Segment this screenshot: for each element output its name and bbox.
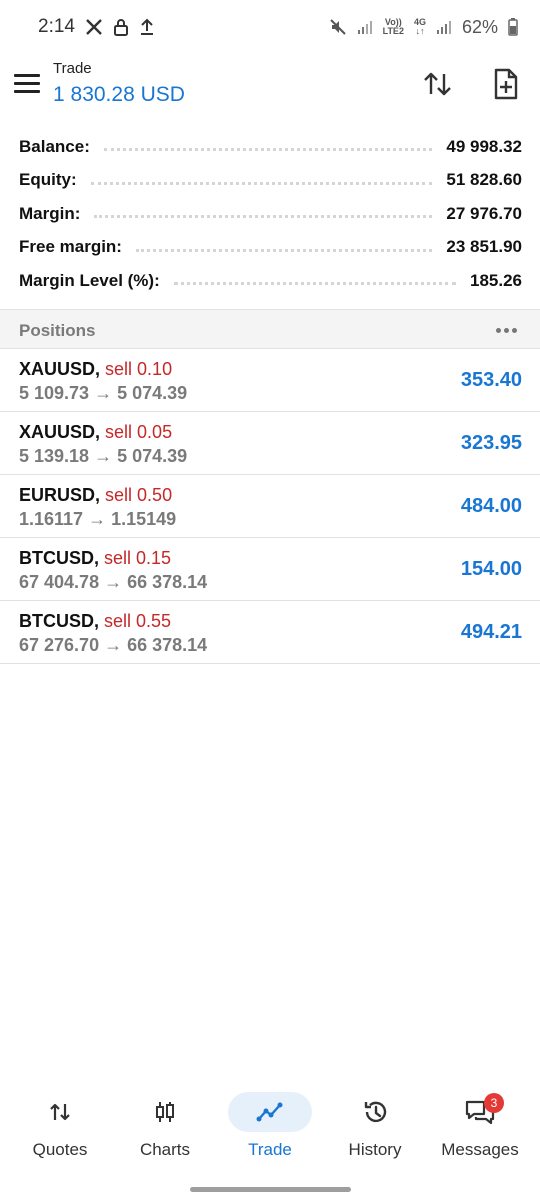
position-row[interactable]: BTCUSD, sell 0.55 67 276.70 → 66 378.14 … (0, 601, 540, 664)
position-title: XAUUSD, sell 0.05 (19, 422, 173, 442)
position-title: EURUSD, sell 0.50 (19, 485, 173, 505)
nav-label: Trade (248, 1140, 292, 1159)
bottom-nav: Quotes Charts Trade History 3 Messages (0, 1084, 540, 1174)
position-side: sell 0.05 (105, 422, 173, 442)
position-title: BTCUSD, sell 0.55 (19, 611, 172, 631)
dotted-leader (94, 215, 433, 219)
app-bar: Trade 1 830.28 USD (0, 54, 540, 124)
summary-row-margin: Margin: 27 976.70 (0, 197, 540, 231)
signal-icon-2 (436, 19, 452, 35)
summary-label: Margin: (19, 203, 81, 223)
nav-label: Charts (139, 1140, 191, 1159)
charts-icon (123, 1092, 207, 1132)
page-title: Trade (53, 60, 92, 77)
more-icon[interactable] (496, 328, 517, 333)
status-time: 2:14 (38, 16, 75, 37)
nav-trade[interactable]: Trade (216, 1084, 324, 1174)
position-side: sell 0.10 (105, 359, 173, 379)
gesture-bar[interactable] (190, 1187, 351, 1192)
signal-icon (357, 19, 373, 35)
nav-history[interactable]: History (321, 1084, 429, 1174)
upload-icon (139, 18, 155, 36)
lte-label: LTE2 (382, 26, 404, 36)
position-side: sell 0.50 (105, 485, 173, 505)
position-symbol: XAUUSD (19, 422, 96, 442)
summary-label: Margin Level (%): (19, 270, 160, 290)
position-symbol: XAUUSD (19, 359, 96, 379)
summary-row-equity: Equity: 51 828.60 (0, 164, 540, 198)
net-type-text: 4G (413, 17, 426, 27)
status-bar: 2:14 Vo)) LTE2 4G ↓↑ 62% (0, 0, 540, 54)
position-prices: 5 109.73 → 5 074.39 (19, 383, 188, 403)
mute-icon (329, 18, 347, 36)
position-prices: 5 139.18 → 5 074.39 (19, 446, 188, 466)
positions-title: Positions (19, 321, 96, 340)
position-profit: 154.00 (460, 558, 522, 580)
nav-label: Quotes (32, 1140, 88, 1159)
position-symbol: EURUSD (19, 485, 96, 505)
x-app-icon (85, 18, 103, 36)
status-left: 2:14 (38, 16, 155, 38)
summary-label: Equity: (19, 170, 77, 190)
battery-percent: 62% (461, 16, 498, 37)
position-row[interactable]: BTCUSD, sell 0.15 67 404.78 → 66 378.14 … (0, 538, 540, 601)
dotted-leader (173, 282, 456, 286)
summary-value: 185.26 (470, 270, 522, 290)
dotted-leader (90, 181, 433, 185)
position-side: sell 0.15 (104, 548, 172, 568)
positions-header[interactable]: Positions (0, 309, 540, 349)
summary-value: 27 976.70 (446, 203, 522, 223)
account-summary: Balance: 49 998.32 Equity: 51 828.60 Mar… (0, 130, 540, 298)
dotted-leader (135, 248, 433, 252)
position-profit: 494.21 (460, 621, 522, 643)
position-row[interactable]: EURUSD, sell 0.50 1.16117 → 1.15149 484.… (0, 475, 540, 538)
summary-row-free-margin: Free margin: 23 851.90 (0, 231, 540, 265)
nav-quotes[interactable]: Quotes (6, 1084, 114, 1174)
summary-value: 51 828.60 (446, 170, 522, 190)
summary-label: Free margin: (19, 237, 122, 257)
position-prices: 1.16117 → 1.15149 (19, 509, 177, 529)
lock-icon (113, 18, 129, 36)
summary-value: 49 998.32 (446, 136, 522, 156)
quotes-icon (18, 1092, 102, 1132)
menu-icon[interactable] (14, 74, 40, 96)
positions-list: XAUUSD, sell 0.10 5 109.73 → 5 074.39 35… (0, 349, 540, 664)
sort-icon[interactable] (420, 66, 456, 102)
position-prices: 67 276.70 → 66 378.14 (19, 635, 208, 655)
network-label: Vo)) LTE2 (383, 18, 404, 36)
net-type-label: 4G ↓↑ (413, 17, 426, 36)
new-order-icon[interactable] (488, 66, 524, 102)
battery-icon (508, 18, 518, 36)
nav-label: Messages (441, 1140, 519, 1159)
position-symbol: BTCUSD (19, 548, 94, 568)
position-row[interactable]: XAUUSD, sell 0.05 5 139.18 → 5 074.39 32… (0, 412, 540, 475)
summary-row-balance: Balance: 49 998.32 (0, 130, 540, 164)
position-profit: 353.40 (460, 369, 522, 391)
messages-badge: 3 (484, 1093, 504, 1113)
position-prices: 67 404.78 → 66 378.14 (19, 572, 208, 592)
status-right: Vo)) LTE2 4G ↓↑ 62% (329, 17, 518, 38)
position-profit: 323.95 (460, 432, 522, 454)
position-title: BTCUSD, sell 0.15 (19, 548, 172, 568)
dotted-leader (103, 148, 433, 152)
position-symbol: BTCUSD (19, 611, 94, 631)
account-profit: 1 830.28 USD (53, 83, 185, 106)
summary-row-margin-level: Margin Level (%): 185.26 (0, 264, 540, 298)
nav-label: History (348, 1140, 402, 1159)
nav-charts[interactable]: Charts (111, 1084, 219, 1174)
summary-label: Balance: (19, 136, 90, 156)
position-title: XAUUSD, sell 0.10 (19, 359, 173, 379)
position-profit: 484.00 (460, 495, 522, 517)
history-icon (333, 1092, 417, 1132)
messages-icon (438, 1092, 522, 1132)
position-side: sell 0.55 (104, 611, 172, 631)
nav-messages[interactable]: 3 Messages (426, 1084, 534, 1174)
trade-icon (228, 1092, 312, 1132)
summary-value: 23 851.90 (446, 237, 522, 257)
position-row[interactable]: XAUUSD, sell 0.10 5 109.73 → 5 074.39 35… (0, 349, 540, 412)
